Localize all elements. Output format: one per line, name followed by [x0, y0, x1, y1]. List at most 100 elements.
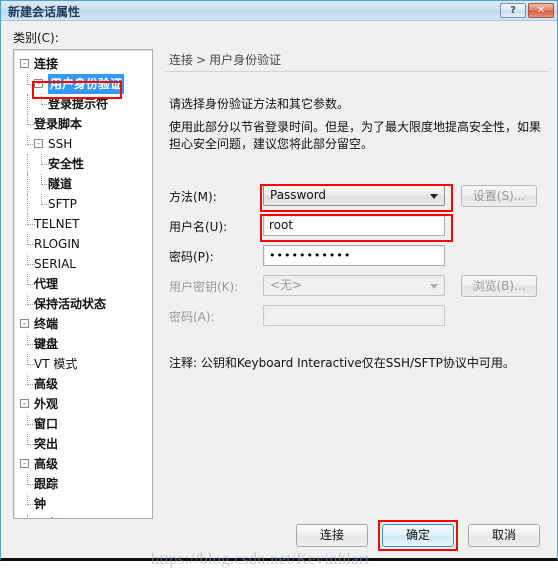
row-password: 密码(P): ••••••••••• [161, 245, 551, 267]
tree-item-label: 安全性 [48, 157, 85, 171]
tree-item-label: 终端 [34, 317, 59, 331]
tree-item[interactable]: - 终端 [16, 314, 152, 334]
tree-item[interactable]: - SSH [16, 134, 152, 154]
row-userkey: 用户密钥(K): <无> 浏览(B)... [161, 275, 551, 297]
tree-item-label: 代理 [34, 277, 59, 291]
password-masked-value: ••••••••••• [269, 249, 352, 262]
row-method: 方法(M): Password 设置(S)... [161, 185, 551, 207]
tree-guide [27, 154, 28, 174]
tree-expander-icon[interactable]: - [20, 459, 29, 468]
pane-paragraph-1: 请选择身份验证方法和其它参数。 [169, 97, 350, 111]
tree-item[interactable]: SERIAL [16, 254, 152, 274]
tree-item[interactable]: 高级 [16, 374, 152, 394]
tree-item-label: 键盘 [34, 337, 59, 351]
tree-item[interactable]: 登录提示符 [16, 94, 152, 114]
tree-item-label: SSH [48, 137, 73, 151]
pane-paragraph-2: 使用此部分以节省登录时间。但是，为了最大限度地提高安全性，如果担心安全问题，建议… [169, 120, 542, 151]
connect-button[interactable]: 连接 [296, 524, 368, 547]
tree-expander-icon[interactable]: - [20, 319, 29, 328]
password-label: 密码(P): [169, 250, 214, 264]
tree-item[interactable]: - 用户身份验证 [16, 74, 152, 94]
tree-item[interactable]: 跟踪 [16, 474, 152, 494]
tree-expander-icon[interactable]: - [20, 399, 29, 408]
category-tree: - 连接 - 用户身份验证 登录提示符 登录脚本 - SSH 安全性 隧道 SFTP TELNET RL… [14, 50, 152, 518]
title-bar: 新建会话属性 ? ✕ [1, 1, 557, 21]
tree-item[interactable]: 日志记录 [16, 514, 152, 518]
breadcrumb-leaf: 用户身份验证 [209, 53, 282, 67]
tree-item-label: 高级 [34, 377, 59, 391]
tree-item[interactable]: VT 模式 [16, 354, 152, 374]
tree-item-label: 高级 [34, 457, 59, 471]
tree-item-label: 窗口 [34, 417, 59, 431]
tree-item-label: 隧道 [48, 177, 73, 191]
chevron-down-icon [430, 194, 438, 199]
tree-item-label: 突出 [34, 437, 59, 451]
breadcrumb: 连接 > 用户身份验证 [169, 51, 281, 68]
password-input[interactable]: ••••••••••• [263, 245, 445, 266]
settings-pane: 连接 > 用户身份验证 请选择身份验证方法和其它参数。 使用此部分以节省登录时间。但… [161, 49, 551, 558]
watermark: https://blog.csdn.net/Kevinblart [151, 551, 370, 568]
row-username: 用户名(U): root [161, 215, 551, 237]
tree-item-label: 登录提示符 [48, 97, 109, 111]
tree-item[interactable]: 保持活动状态 [16, 294, 152, 314]
tree-item[interactable]: 键盘 [16, 334, 152, 354]
tree-expander-icon[interactable]: - [34, 79, 43, 88]
tree-item-label: 日志记录 [34, 514, 82, 518]
row-passphrase: 密码(A): [161, 305, 551, 327]
close-icon[interactable]: ✕ [528, 3, 554, 18]
category-label: 类别(C): [13, 31, 59, 45]
tree-expander-icon[interactable]: - [20, 59, 29, 68]
tree-item[interactable]: - 高级 [16, 454, 152, 474]
userkey-label: 用户密钥(K): [169, 280, 239, 294]
tree-item[interactable]: RLOGIN [16, 234, 152, 254]
tree-item[interactable]: 代理 [16, 274, 152, 294]
tree-item[interactable]: 隧道 [16, 174, 152, 194]
tree-item[interactable]: SFTP [16, 194, 152, 214]
tree-item-label: SERIAL [34, 257, 76, 271]
dialog-window: 新建会话属性 ? ✕ 类别(C): - 连接 - 用户身份验证 登录提示符 登录脚本 - SS… [0, 0, 558, 568]
window-title: 新建会话属性 [8, 5, 81, 19]
tree-item[interactable]: 突出 [16, 434, 152, 454]
passphrase-input [263, 305, 445, 326]
method-selected-value: Password [270, 188, 327, 202]
tree-item[interactable]: 钟 [16, 494, 152, 514]
breadcrumb-separator: > [196, 53, 207, 67]
tree-item[interactable]: TELNET [16, 214, 152, 234]
tree-item[interactable]: 登录脚本 [16, 114, 152, 134]
tree-item-label: 保持活动状态 [34, 297, 107, 311]
tree-guide [27, 174, 28, 194]
tree-item-label: 用户身份验证 [48, 74, 125, 94]
passphrase-label: 密码(A): [169, 310, 215, 324]
pane-note: 注释: 公钥和Keyboard Interactive仅在SSH/SFTP协议中… [169, 356, 515, 370]
cancel-button[interactable]: 取消 [468, 524, 540, 547]
tree-expander-icon[interactable]: - [34, 139, 43, 148]
userkey-select: <无> [263, 275, 445, 296]
userkey-selected-value: <无> [270, 278, 303, 292]
tree-item-label: 连接 [34, 57, 59, 71]
category-tree-panel[interactable]: - 连接 - 用户身份验证 登录提示符 登录脚本 - SSH 安全性 隧道 SFTP TELNET RL… [13, 49, 153, 519]
chevron-down-icon [430, 284, 438, 289]
breadcrumb-root[interactable]: 连接 [169, 53, 193, 67]
method-label: 方法(M): [169, 190, 217, 204]
tree-item-label: 登录脚本 [34, 117, 83, 131]
help-icon[interactable]: ? [500, 3, 526, 18]
tree-guide [27, 94, 28, 114]
username-label: 用户名(U): [169, 220, 228, 234]
tree-item[interactable]: - 连接 [16, 54, 152, 74]
method-select[interactable]: Password [263, 185, 445, 206]
tree-item[interactable]: 窗口 [16, 414, 152, 434]
tree-item-label: 外观 [34, 397, 59, 411]
browse-button: 浏览(B)... [461, 275, 537, 297]
ok-button[interactable]: 确定 [382, 524, 454, 547]
tree-item-label: 跟踪 [34, 477, 59, 491]
tree-item[interactable]: 安全性 [16, 154, 152, 174]
tree-item-label: TELNET [34, 217, 80, 231]
tree-item-label: VT 模式 [34, 357, 78, 371]
username-input[interactable]: root [263, 215, 445, 236]
tree-item[interactable]: - 外观 [16, 394, 152, 414]
tree-item-label: 钟 [34, 497, 47, 511]
settings-button[interactable]: 设置(S)... [461, 185, 537, 207]
tree-item-label: SFTP [48, 197, 77, 211]
title-bar-buttons: ? ✕ [500, 3, 554, 18]
dialog-body: 类别(C): - 连接 - 用户身份验证 登录提示符 登录脚本 - SSH 安全性 隧道 SFTP T… [1, 21, 557, 568]
